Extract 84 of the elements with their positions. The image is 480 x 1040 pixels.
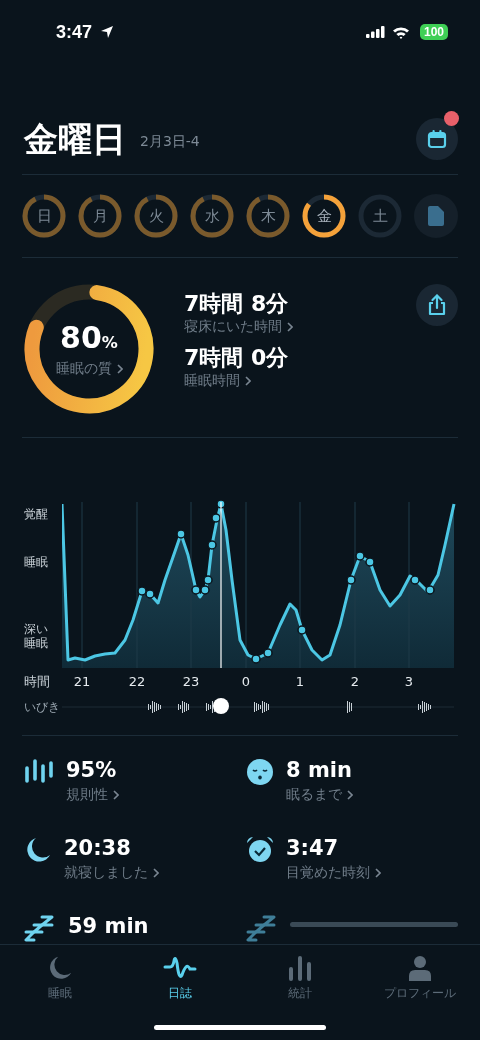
quality-link[interactable]: 睡眠の質 bbox=[55, 359, 123, 378]
alarm-clock-icon bbox=[246, 836, 274, 864]
day-ring-button[interactable]: 金 bbox=[302, 194, 346, 238]
data-point bbox=[263, 648, 273, 658]
stat-value: 59 min bbox=[68, 913, 150, 940]
quality-percent: 80% bbox=[60, 320, 118, 357]
calendar-icon bbox=[427, 129, 447, 149]
moon-icon bbox=[47, 955, 73, 981]
axis-title: 時間 bbox=[24, 673, 51, 691]
stage-label: 睡眠 bbox=[24, 555, 49, 570]
stat-value: 3:47 bbox=[286, 835, 340, 862]
hour-label: 23 bbox=[182, 674, 200, 689]
chevron-icon bbox=[375, 868, 381, 878]
calendar-button[interactable] bbox=[416, 118, 458, 160]
hour-label: 22 bbox=[128, 674, 146, 689]
stat-link[interactable]: 眠るまで bbox=[286, 786, 458, 804]
data-point bbox=[191, 585, 201, 595]
share-icon bbox=[427, 294, 447, 316]
zzz-icon bbox=[24, 914, 56, 944]
wifi-icon bbox=[391, 25, 410, 39]
share-button[interactable] bbox=[416, 284, 458, 326]
metric-link[interactable]: 睡眠時間 bbox=[184, 372, 251, 390]
hour-label: 21 bbox=[73, 674, 91, 689]
day-ring-button[interactable]: 火 bbox=[134, 194, 178, 238]
data-point bbox=[346, 575, 356, 585]
report-button[interactable] bbox=[414, 194, 458, 238]
date-range: 2月3日-4 bbox=[140, 133, 200, 151]
data-point bbox=[297, 625, 307, 635]
tab[interactable]: プロフィール bbox=[360, 945, 480, 1003]
chevron-icon bbox=[116, 363, 123, 374]
stat-value: 8 min bbox=[286, 757, 353, 784]
hour-label: 3 bbox=[404, 674, 414, 689]
hour-label: 0 bbox=[241, 674, 251, 689]
document-icon bbox=[428, 206, 444, 226]
chevron-icon bbox=[153, 868, 159, 878]
person-icon bbox=[407, 955, 433, 981]
stat-link[interactable]: 就寝しました bbox=[64, 864, 246, 882]
timeline-handle[interactable] bbox=[213, 698, 229, 714]
stage-label: 深い睡眠 bbox=[24, 622, 49, 651]
data-point bbox=[145, 589, 155, 599]
chevron-icon bbox=[287, 322, 293, 332]
zzz-icon bbox=[246, 914, 278, 944]
status-time: 3:47 bbox=[56, 21, 93, 43]
data-point bbox=[365, 557, 375, 567]
metric-value: 7時間 0分 bbox=[184, 344, 289, 372]
data-point bbox=[425, 585, 435, 595]
data-point bbox=[207, 540, 217, 550]
day-title: 金曜日 bbox=[24, 118, 126, 161]
day-ring-button[interactable]: 日 bbox=[22, 194, 66, 238]
metric-value: 7時間 8分 bbox=[184, 290, 289, 318]
stat-value: 95% bbox=[66, 757, 118, 784]
tab[interactable]: 日誌 bbox=[120, 945, 240, 1003]
data-point bbox=[203, 575, 213, 585]
stage-label: 覚醒 bbox=[24, 507, 49, 522]
data-point bbox=[410, 575, 420, 585]
stat-link[interactable]: 規則性 bbox=[66, 786, 246, 804]
data-point bbox=[176, 529, 186, 539]
tab[interactable]: 統計 bbox=[240, 945, 360, 1003]
moon-icon bbox=[24, 836, 52, 864]
signal-icon bbox=[365, 26, 386, 38]
bars-icon bbox=[24, 758, 54, 784]
sleeping-face-icon bbox=[246, 758, 274, 786]
stat-value: 20:38 bbox=[64, 835, 132, 862]
day-ring-button[interactable]: 水 bbox=[190, 194, 234, 238]
chevron-icon bbox=[347, 790, 353, 800]
snore-label: いびき bbox=[24, 698, 61, 716]
hour-label: 1 bbox=[295, 674, 305, 689]
day-ring-button[interactable]: 土 bbox=[358, 194, 402, 238]
day-ring-button[interactable]: 月 bbox=[78, 194, 122, 238]
wave-icon bbox=[163, 955, 197, 981]
metric-link[interactable]: 寝床にいた時間 bbox=[184, 318, 293, 336]
chart-icon bbox=[287, 955, 313, 981]
chevron-icon bbox=[113, 790, 119, 800]
data-point bbox=[200, 585, 210, 595]
stat-link[interactable]: 目覚めた時刻 bbox=[286, 864, 458, 882]
tab[interactable]: 睡眠 bbox=[0, 945, 120, 1003]
data-point bbox=[137, 586, 147, 596]
location-arrow-icon bbox=[100, 25, 115, 39]
data-point bbox=[355, 551, 365, 561]
hour-label: 2 bbox=[350, 674, 360, 689]
day-ring-button[interactable]: 木 bbox=[246, 194, 290, 238]
chevron-icon bbox=[245, 376, 251, 386]
data-point bbox=[211, 513, 221, 523]
battery-indicator: 100 bbox=[419, 24, 448, 40]
